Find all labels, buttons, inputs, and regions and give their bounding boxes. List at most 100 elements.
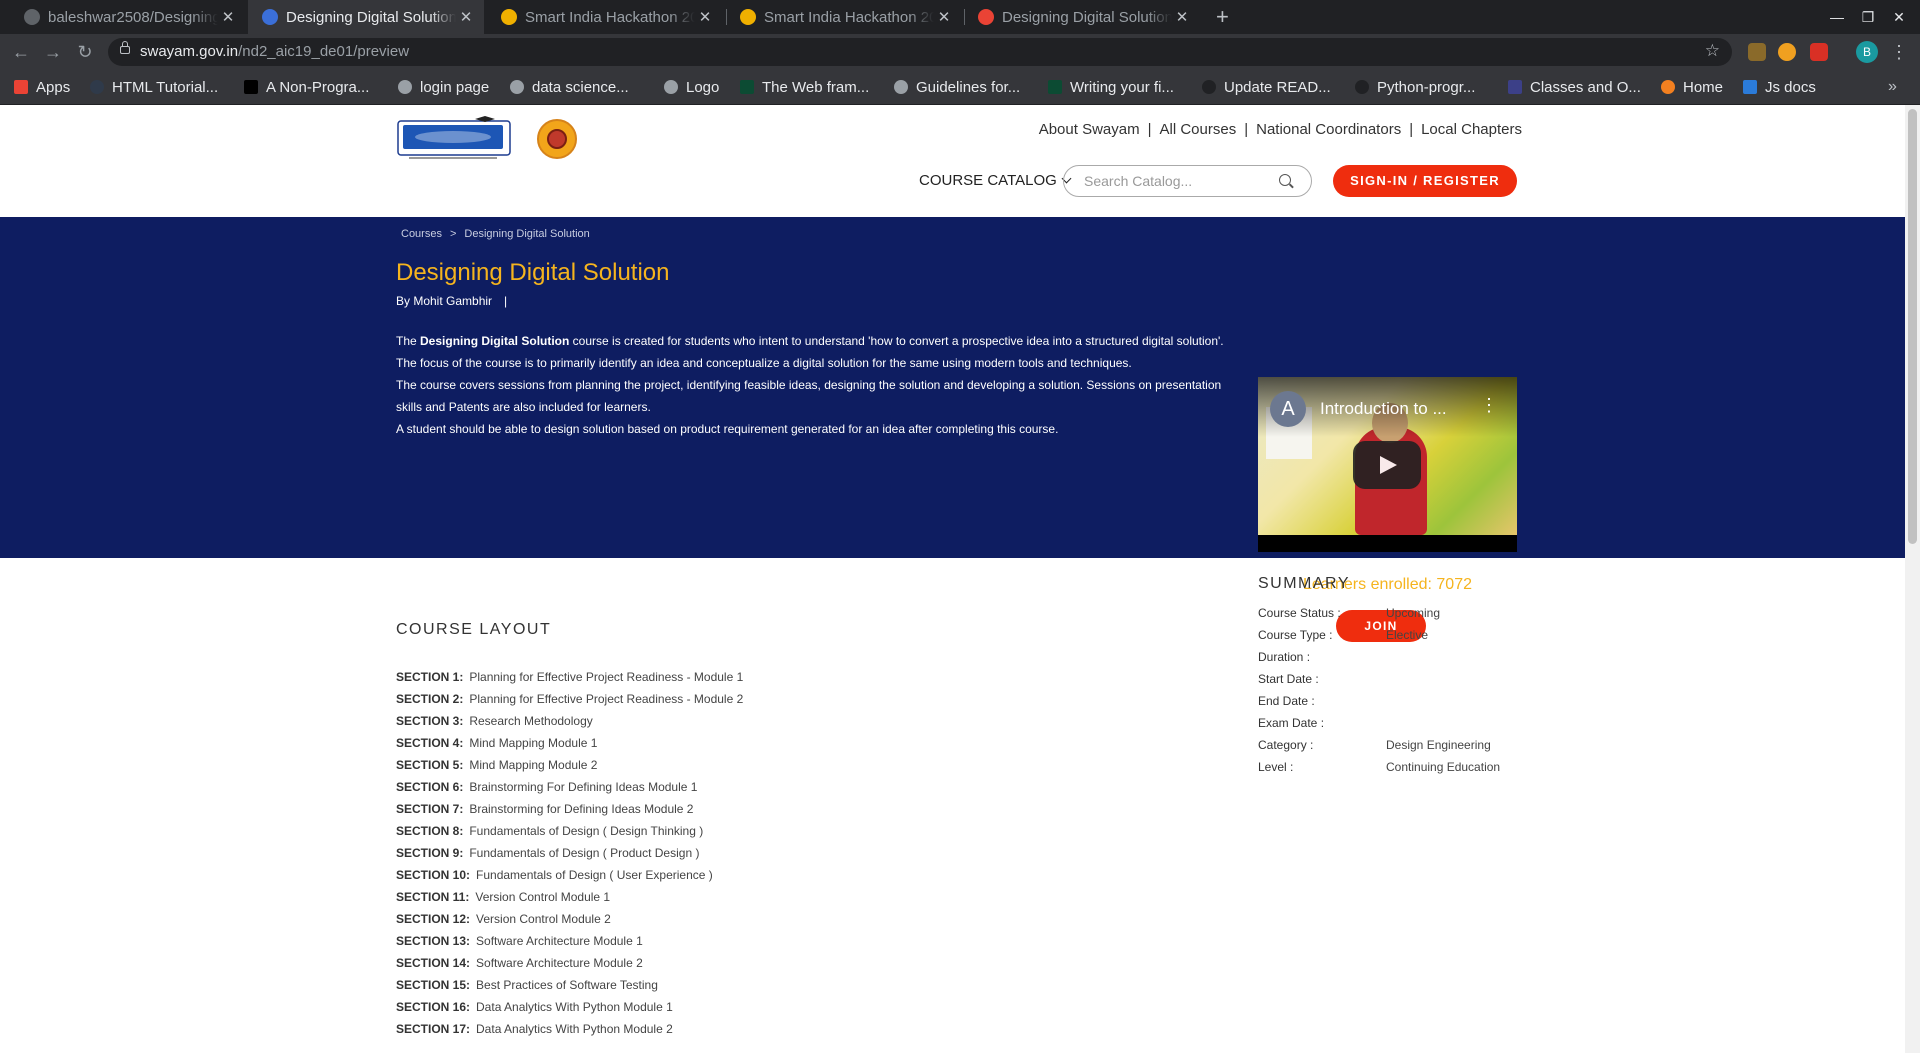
bookmark-item[interactable]: Guidelines for...: [894, 70, 1020, 104]
description-paragraph: The focus of the course is to primarily …: [396, 356, 1132, 370]
minimize-icon[interactable]: —: [1822, 0, 1852, 34]
browser-tab[interactable]: Designing Digital Solution ✕: [964, 0, 1200, 34]
swayam-logo[interactable]: [397, 115, 511, 163]
course-section-item: SECTION 6: Brainstorming For Defining Ide…: [396, 776, 743, 798]
browser-tab[interactable]: baleshwar2508/Designing- ✕: [10, 0, 246, 34]
forward-icon[interactable]: →: [40, 34, 66, 70]
course-section-item: SECTION 8: Fundamentals of Design ( Desig…: [396, 820, 743, 842]
course-section-item: SECTION 3: Research Methodology: [396, 710, 743, 732]
extension-icon[interactable]: [1810, 43, 1828, 61]
browser-tab[interactable]: Smart India Hackathon 2020 ✕: [487, 0, 723, 34]
section-title: Mind Mapping Module 2: [469, 758, 598, 772]
search-icon[interactable]: [1279, 174, 1291, 186]
bookmarks-overflow-icon[interactable]: »: [1888, 70, 1897, 104]
back-icon[interactable]: ←: [8, 34, 34, 70]
summary-label: Category :: [1258, 738, 1314, 752]
summary-value: Continuing Education: [1386, 760, 1501, 774]
browser-menu-icon[interactable]: ⋮: [1890, 34, 1908, 70]
page-scrollbar[interactable]: [1905, 105, 1920, 1053]
signin-register-button[interactable]: SIGN-IN / REGISTER: [1333, 165, 1517, 197]
bookmarks-bar: Apps HTML Tutorial... A Non-Progra... lo…: [0, 70, 1920, 105]
byline-separator: |: [504, 294, 508, 308]
new-tab-icon[interactable]: +: [1216, 0, 1229, 34]
browser-tab-active[interactable]: Designing Digital Solution ✕: [248, 0, 484, 34]
search-input[interactable]: [1082, 172, 1276, 190]
course-catalog-dropdown[interactable]: COURSE CATALOG: [919, 172, 1072, 189]
bookmark-item[interactable]: Home: [1661, 70, 1723, 104]
play-icon[interactable]: [1353, 441, 1421, 489]
tab-title: Smart India Hackathon 2020: [525, 8, 695, 26]
course-section-item: SECTION 11: Version Control Module 1: [396, 886, 743, 908]
summary-row: Course Type : Elective: [1258, 624, 1558, 646]
nav-national-coordinators[interactable]: National Coordinators: [1256, 121, 1401, 138]
scrollbar-thumb[interactable]: [1908, 109, 1917, 544]
desc-text: course is created for students who inten…: [569, 334, 1224, 348]
section-number: SECTION 11:: [396, 890, 470, 904]
reload-icon[interactable]: ↻: [72, 34, 98, 70]
bookmark-item[interactable]: data science...: [510, 70, 629, 104]
extension-icon[interactable]: [1778, 43, 1796, 61]
section-title: Version Control Module 2: [476, 912, 611, 926]
section-title: Data Analytics With Python Module 2: [476, 1022, 673, 1036]
summary-label: Course Type :: [1258, 628, 1333, 642]
bookmark-item[interactable]: login page: [398, 70, 489, 104]
description-paragraph: A student should be able to design solut…: [396, 422, 1059, 436]
section-title: Research Methodology: [469, 714, 593, 728]
nav-local-chapters[interactable]: Local Chapters: [1421, 121, 1522, 138]
bookmark-label: Classes and O...: [1530, 78, 1641, 96]
bookmark-item[interactable]: Classes and O...: [1508, 70, 1641, 104]
bookmark-item[interactable]: Update READ...: [1202, 70, 1331, 104]
breadcrumb: Courses > Designing Digital Solution: [401, 228, 590, 240]
bookmark-item[interactable]: Writing your fi...: [1048, 70, 1174, 104]
section-title: Best Practices of Software Testing: [476, 978, 658, 992]
channel-avatar[interactable]: A: [1270, 391, 1306, 427]
window-close-icon[interactable]: ✕: [1884, 0, 1914, 34]
instructor-name: By Mohit Gambhir: [396, 294, 493, 308]
video-title[interactable]: Introduction to ...: [1320, 399, 1460, 419]
close-icon[interactable]: ✕: [218, 8, 238, 26]
section-number: SECTION 7:: [396, 802, 464, 816]
summary-value: Design Engineering: [1386, 738, 1491, 752]
tab-title: baleshwar2508/Designing-: [48, 8, 218, 26]
page-viewport: About Swayam | All Courses | National Coordi…: [0, 105, 1905, 1053]
bookmark-apps[interactable]: Apps: [14, 70, 70, 104]
bookmark-star-icon[interactable]: ☆: [1705, 41, 1720, 61]
page-title: Designing Digital Solution: [396, 259, 670, 286]
page-icon: [1508, 80, 1522, 94]
section-number: SECTION 12:: [396, 912, 471, 926]
bookmark-item[interactable]: Python-progr...: [1355, 70, 1475, 104]
course-section-item: SECTION 4: Mind Mapping Module 1: [396, 732, 743, 754]
nav-separator: |: [1244, 121, 1249, 138]
section-number: SECTION 5:: [396, 758, 464, 772]
profile-avatar[interactable]: B: [1856, 41, 1878, 63]
course-section-item: SECTION 12: Version Control Module 2: [396, 908, 743, 930]
summary-value: Elective: [1386, 628, 1429, 642]
extension-icon[interactable]: [1748, 43, 1766, 61]
breadcrumb-courses[interactable]: Courses: [401, 228, 442, 240]
course-section-item: SECTION 17: Data Analytics With Python Mo…: [396, 1018, 743, 1040]
summary-value: Upcoming: [1386, 606, 1441, 620]
bookmark-item[interactable]: A Non-Progra...: [244, 70, 369, 104]
bookmark-item[interactable]: Js docs: [1743, 70, 1816, 104]
close-icon[interactable]: ✕: [456, 8, 476, 26]
video-more-icon[interactable]: ⋮: [1480, 395, 1498, 416]
close-icon[interactable]: ✕: [934, 8, 954, 26]
bookmark-item[interactable]: The Web fram...: [740, 70, 869, 104]
summary-row: End Date :: [1258, 690, 1558, 712]
intro-video-player[interactable]: A Introduction to ... ⋮: [1258, 377, 1517, 552]
close-icon[interactable]: ✕: [1172, 8, 1192, 26]
browser-tab[interactable]: Smart India Hackathon 2020 ✕: [726, 0, 962, 34]
bookmark-item[interactable]: Logo: [664, 70, 719, 104]
seal-inner: [547, 129, 567, 149]
bookmark-item[interactable]: HTML Tutorial...: [90, 70, 218, 104]
close-icon[interactable]: ✕: [695, 8, 715, 26]
restore-icon[interactable]: ❐: [1853, 0, 1883, 34]
nav-about-swayam[interactable]: About Swayam: [1039, 121, 1140, 138]
bookmark-label: HTML Tutorial...: [112, 78, 219, 96]
address-bar[interactable]: swayam.gov.in/nd2_aic19_de01/preview ☆: [108, 38, 1732, 66]
nav-all-courses[interactable]: All Courses: [1160, 121, 1237, 138]
section-number: SECTION 10:: [396, 868, 471, 882]
desc-text: The: [396, 334, 421, 348]
bookmark-label: Guidelines for...: [916, 78, 1021, 96]
bulb-icon: [501, 9, 517, 25]
